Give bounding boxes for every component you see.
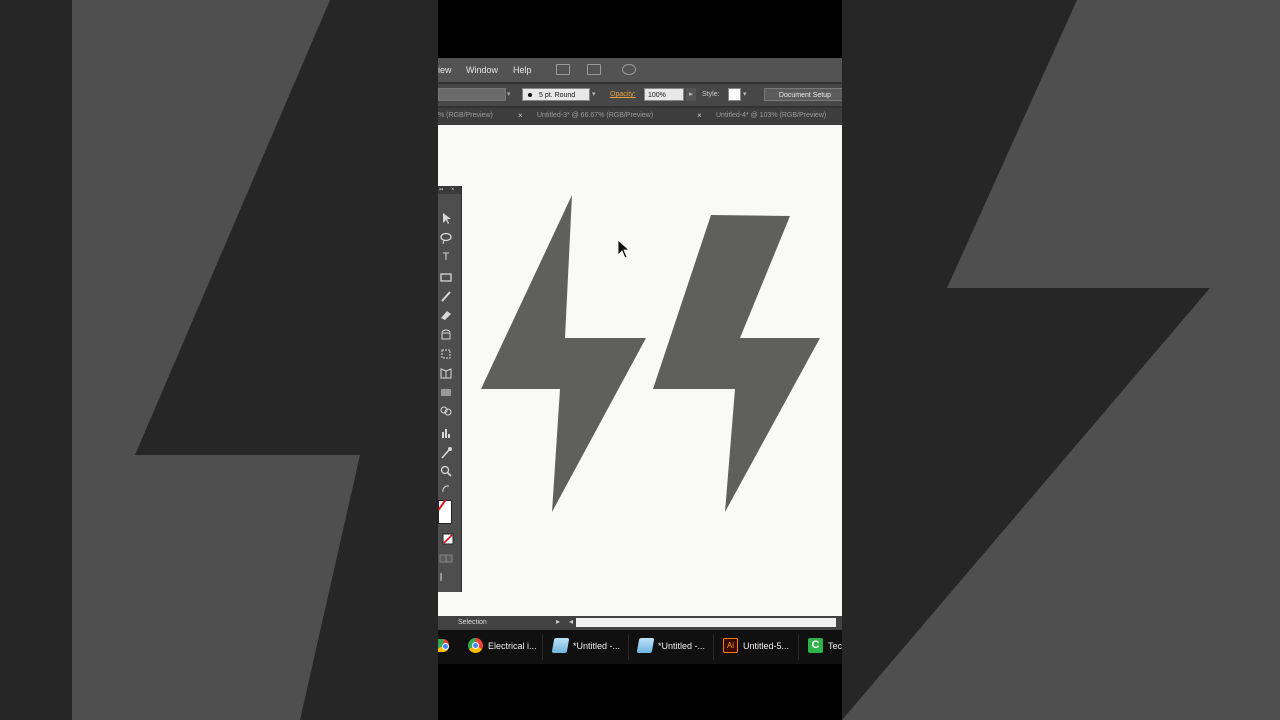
graph-tool-icon[interactable] — [439, 426, 453, 440]
menu-help[interactable]: Help — [513, 65, 532, 75]
taskbar-item-camtasia[interactable]: C Tec — [808, 636, 842, 656]
taskbar-item-label: Untitled-5... — [743, 641, 790, 651]
taskbar-item-notepad-1[interactable]: *Untitled -... — [551, 636, 621, 656]
free-transform-tool-icon[interactable] — [439, 347, 453, 361]
perspective-grid-tool-icon[interactable] — [439, 366, 453, 380]
partial-app-icon — [438, 639, 449, 653]
taskbar-item-illustrator[interactable]: Ai Untitled-5... — [723, 636, 789, 656]
rectangle-tool-icon[interactable] — [439, 270, 453, 284]
zoom-tool-icon[interactable] — [439, 464, 453, 478]
blurred-background-right — [842, 0, 1280, 720]
opacity-input[interactable]: 100% — [644, 88, 684, 101]
taskbar-app-icon[interactable] — [438, 636, 454, 656]
bridge-icon[interactable] — [556, 64, 570, 75]
taskbar-item-label: *Untitled -... — [658, 641, 706, 651]
gpu-performance-icon[interactable] — [622, 64, 636, 75]
brush-dot-icon — [528, 93, 532, 97]
control-bar: ▾ 5 pt. Round ▾ Opacity: 100% ▸ Style: ▾… — [438, 84, 842, 106]
none-color-icon[interactable] — [442, 533, 456, 547]
tools-panel: ▪▪ × T — [438, 186, 462, 592]
rotate-tool-icon[interactable] — [439, 328, 453, 342]
current-tool-label: Selection — [458, 619, 487, 626]
close-icon[interactable]: × — [451, 186, 455, 194]
taskbar-separator — [542, 634, 543, 660]
style-label: Style: — [702, 91, 720, 98]
lightning-bolt-right[interactable] — [653, 215, 820, 512]
chevron-down-icon[interactable]: ▾ — [507, 88, 515, 101]
brush-label: 5 pt. Round — [539, 92, 576, 99]
menu-window[interactable]: Window — [466, 65, 498, 75]
taskbar-item-label: *Untitled -... — [573, 641, 621, 651]
swap-colors-icon[interactable] — [439, 482, 453, 496]
chevron-right-icon[interactable]: ▸ — [556, 617, 560, 626]
taskbar-item-chrome[interactable]: Electrical i... — [468, 636, 537, 656]
artboard-canvas[interactable] — [438, 125, 842, 616]
blurred-background-left — [0, 0, 438, 720]
taskbar-separator — [713, 634, 714, 660]
status-bar: Selection ▸ ◂ — [438, 616, 842, 630]
chevron-down-icon[interactable]: ▾ — [592, 88, 600, 101]
video-frame: iew Window Help ▾ 5 pt. Round ▾ Opacity:… — [438, 0, 842, 720]
tab-untitled-4[interactable]: Untitled-4* @ 103% (RGB/Preview) — [716, 112, 826, 119]
tab-untitled-2[interactable]: % (RGB/Preview) — [438, 112, 493, 119]
shape-builder-tool-icon[interactable] — [439, 404, 453, 418]
type-tool-icon[interactable]: T — [439, 250, 453, 264]
chevron-left-icon[interactable]: ◂ — [569, 617, 573, 626]
taskbar-separator — [798, 634, 799, 660]
camtasia-icon: C — [808, 638, 823, 654]
selection-tool-icon[interactable] — [439, 211, 453, 225]
graphic-style-swatch[interactable] — [728, 88, 741, 101]
tools-panel-header: ▪▪ × — [438, 186, 461, 194]
lasso-tool-icon[interactable] — [439, 231, 453, 245]
eyedropper-tool-icon[interactable] — [439, 446, 453, 460]
drawing-mode-icon[interactable] — [439, 552, 453, 566]
blurred-bolt-right — [842, 0, 1210, 720]
eraser-tool-icon[interactable] — [439, 308, 453, 322]
tab-untitled-3[interactable]: Untitled-3* @ 66.67% (RGB/Preview) — [537, 112, 653, 119]
taskbar-separator — [628, 634, 629, 660]
taskbar-item-label: Tec — [828, 641, 842, 651]
menu-bar: iew Window Help — [438, 58, 842, 82]
windows-taskbar: Electrical i... *Untitled -... *Untitled… — [438, 630, 842, 664]
fill-stroke-swatch[interactable] — [438, 500, 452, 524]
mouse-cursor-icon — [617, 239, 631, 259]
illustrator-icon: Ai — [723, 638, 738, 654]
chevron-right-icon[interactable]: ▸ — [686, 88, 696, 101]
horizontal-scrollbar[interactable] — [576, 618, 836, 627]
menu-view[interactable]: iew — [438, 65, 452, 75]
screen-mode-icon[interactable] — [439, 570, 453, 584]
chevron-down-icon[interactable]: ▾ — [743, 88, 752, 101]
pencil-tool-icon[interactable] — [439, 289, 453, 303]
document-setup-button[interactable]: Document Setup — [764, 88, 842, 101]
close-icon[interactable]: × — [697, 111, 702, 120]
document-tabs: % (RGB/Preview) × Untitled-3* @ 66.67% (… — [438, 108, 842, 125]
panel-grip-icon: ▪▪ — [439, 187, 444, 193]
taskbar-item-notepad-2[interactable]: *Untitled -... — [636, 636, 706, 656]
notepad-icon — [636, 638, 655, 654]
illustrator-window: iew Window Help ▾ 5 pt. Round ▾ Opacity:… — [438, 58, 842, 664]
notepad-icon — [551, 638, 570, 654]
taskbar-item-label: Electrical i... — [488, 641, 537, 651]
opacity-label[interactable]: Opacity: — [610, 88, 636, 101]
brush-definition-select[interactable]: 5 pt. Round — [522, 88, 590, 101]
arrange-documents-icon[interactable] — [587, 64, 601, 75]
chrome-icon — [468, 638, 483, 654]
gradient-tool-icon[interactable] — [439, 385, 453, 399]
blurred-toolbar-strip — [0, 0, 72, 720]
stroke-color-swatch[interactable] — [438, 88, 506, 101]
close-icon[interactable]: × — [518, 111, 523, 120]
